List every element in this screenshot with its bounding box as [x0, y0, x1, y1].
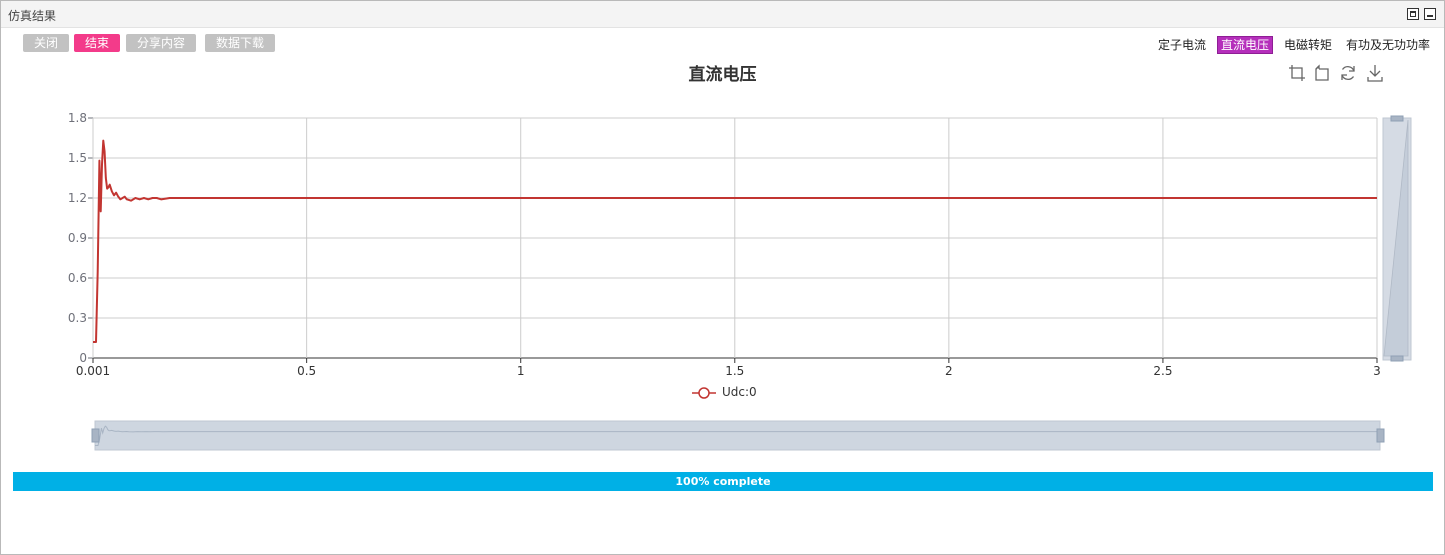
horizontal-zoom-handle-right[interactable]	[1376, 428, 1385, 443]
legend-label: Udc:0	[722, 385, 757, 399]
y-tick-label: 1.5	[68, 151, 87, 165]
horizontal-data-zoom[interactable]	[91, 420, 1385, 451]
vertical-data-zoom[interactable]	[1382, 115, 1412, 362]
y-tick-label: 0.3	[68, 311, 87, 325]
y-tick-label: 1.8	[68, 111, 87, 125]
progress-label: 100% complete	[675, 475, 771, 488]
y-tick-label: 1.2	[68, 191, 87, 205]
y-tick-label: 0.9	[68, 231, 87, 245]
x-tick-label: 3	[1373, 364, 1381, 378]
legend-series-icon	[692, 387, 716, 399]
x-tick-label: 0.001	[76, 364, 110, 378]
vertical-zoom-handle-top[interactable]	[1390, 115, 1404, 122]
y-tick-label: 0	[79, 351, 87, 365]
x-tick-label: 0.5	[297, 364, 316, 378]
horizontal-zoom-handle-left[interactable]	[91, 428, 100, 443]
y-tick-label: 0.6	[68, 271, 87, 285]
progress-bar: 100% complete	[13, 472, 1433, 491]
x-axis-tick-labels: 0.001 0.5 1 1.5 2 2.5 3	[76, 364, 1381, 378]
x-tick-label: 1	[517, 364, 525, 378]
y-axis-tick-labels: 0 0.3 0.6 0.9 1.2 1.5 1.8	[68, 111, 87, 365]
chart-grid	[88, 117, 1378, 363]
x-tick-label: 1.5	[725, 364, 744, 378]
vertical-zoom-handle-bottom[interactable]	[1390, 355, 1404, 362]
horizontal-zoom-track	[94, 420, 1381, 451]
x-tick-label: 2	[945, 364, 953, 378]
x-tick-label: 2.5	[1153, 364, 1172, 378]
